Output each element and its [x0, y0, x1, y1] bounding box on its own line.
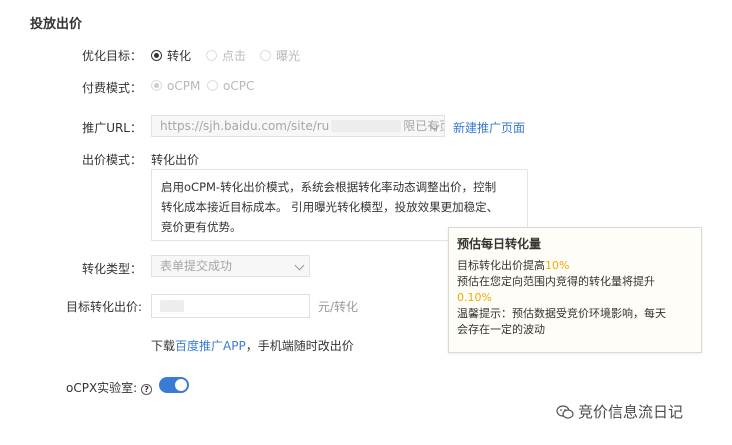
goal-option-click[interactable]: 点击	[206, 47, 246, 64]
conversion-type-select[interactable]: 表单提交成功	[151, 255, 310, 277]
conversion-type-label: 转化类型：	[81, 262, 142, 276]
ocpx-lab-label: oCPX实验室: ?	[66, 379, 153, 396]
watermark: 竞价信息流日记	[556, 401, 683, 422]
promo-url-label: 推广URL：	[82, 121, 142, 135]
redacted-block	[331, 120, 402, 132]
radio-icon	[207, 80, 218, 91]
tooltip-line-3: 温馨提示：预估数据受竞价环境影响，每天	[457, 307, 666, 320]
radio-icon	[206, 50, 217, 61]
chevron-down-icon	[294, 260, 305, 271]
download-hint: 下载百度推广APP，手机端随时改出价	[151, 339, 354, 353]
toggle-knob	[175, 379, 187, 391]
tooltip-line-1: 目标转化出价提高10%	[457, 259, 570, 272]
bid-mode-value: 转化出价	[151, 153, 200, 167]
estimate-tooltip: 预估每日转化量 目标转化出价提高10% 预估在您定向范围内竞得的转化量将提升 0…	[448, 227, 702, 353]
target-bid-unit: 元/转化	[318, 300, 359, 314]
promo-url-select[interactable]: https://sjh.baidu.com/site/ru限已有页面	[151, 115, 445, 137]
radio-checked-icon	[151, 50, 162, 61]
radio-icon	[260, 50, 271, 61]
target-bid-label: 目标转化出价:	[65, 300, 142, 314]
goal-option-conversion[interactable]: 转化	[151, 47, 191, 64]
payment-option-ocpm[interactable]: oCPM	[151, 79, 200, 93]
optimization-goal-label: 优化目标：	[81, 49, 142, 63]
radio-checked-icon	[151, 80, 162, 91]
tooltip-title: 预估每日转化量	[457, 237, 542, 251]
wechat-icon	[556, 405, 574, 419]
redacted-block	[160, 300, 184, 312]
goal-option-impression[interactable]: 曝光	[260, 47, 300, 64]
section-title: 投放出价	[30, 17, 83, 32]
payment-option-ocpc[interactable]: oCPC	[207, 79, 254, 93]
tooltip-line-2-value: 0.10%	[457, 291, 492, 304]
tooltip-line-4: 会存在一定的波动	[457, 323, 545, 336]
promo-url-value: https://sjh.baidu.com/site/ru	[160, 119, 330, 133]
ocpx-lab-toggle[interactable]	[159, 377, 189, 393]
help-icon[interactable]: ?	[141, 384, 153, 395]
payment-mode-label: 付费模式：	[81, 81, 142, 95]
new-promo-page-link[interactable]: 新建推广页面	[453, 119, 525, 136]
tooltip-line-2: 预估在您定向范围内竞得的转化量将提升	[457, 275, 655, 288]
target-bid-input[interactable]	[151, 294, 310, 318]
download-app-link[interactable]: 百度推广APP	[175, 339, 246, 353]
bid-mode-label: 出价模式：	[81, 153, 142, 167]
